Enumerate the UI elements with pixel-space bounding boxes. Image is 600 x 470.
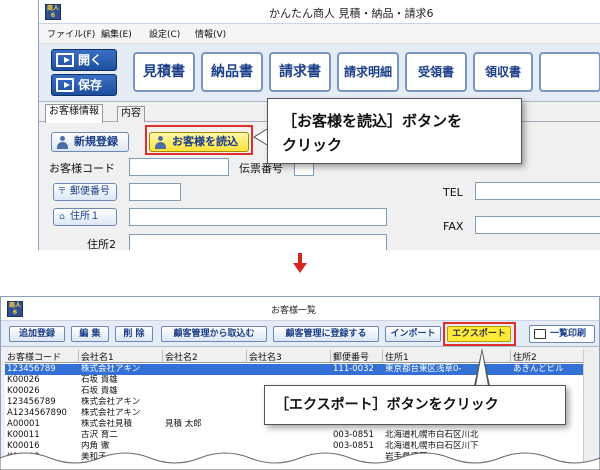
table-cell: 株式会社見積: [81, 419, 133, 429]
column-header[interactable]: 会社名3: [247, 350, 331, 363]
table-cell: あきんどビル: [513, 364, 564, 374]
menu-bar: ファイル(F) 編集(E) 設定(C) 情報(V): [39, 24, 600, 44]
receipt-button[interactable]: 領収書: [473, 52, 533, 92]
save-label: 保存: [78, 78, 103, 92]
postal-code-button[interactable]: 〒 郵便番号: [53, 183, 117, 201]
menu-info[interactable]: 情報(V): [195, 27, 226, 40]
callout-export-instruction: ［エクスポート］ボタンをクリック: [264, 385, 566, 425]
address1-button[interactable]: ⌂ 住所１: [53, 208, 117, 226]
callout-line: クリック: [282, 136, 343, 154]
person-icon: [57, 136, 68, 149]
printer-icon: [534, 329, 546, 339]
tel-label: TEL: [443, 186, 463, 199]
postal-code-label: 郵便番号: [70, 186, 110, 197]
table-cell: A1234567890: [7, 408, 67, 418]
receipt-acknowledgment-button[interactable]: 受領書: [405, 52, 467, 92]
table-cell: 石坂 貴雄: [81, 375, 118, 385]
load-button-highlight: [145, 125, 253, 155]
window-title: お客様一覧: [271, 306, 317, 316]
table-row[interactable]: 123456789 株式会社アキン 111-0032 東京都台東区浅草0- あきんどビル: [5, 364, 589, 375]
table-cell: 株式会社アキン: [81, 408, 141, 418]
table-header: お客様コード 会社名1 会社名2 会社名3 郵便番号 住所1 住所2: [5, 349, 589, 363]
column-header[interactable]: 住所1: [383, 350, 511, 363]
import-button[interactable]: インポート: [385, 326, 441, 342]
add-register-button[interactable]: 追加登録: [9, 326, 65, 342]
open-icon: [56, 53, 74, 67]
address2-field[interactable]: [129, 234, 387, 250]
estimate-button[interactable]: 見積書: [133, 52, 195, 92]
house-icon: ⌂: [59, 212, 65, 222]
callout-line: ［お客様を読込］ボタンを: [282, 112, 463, 130]
table-cell: 123456789: [7, 397, 56, 407]
print-list-label: 一覧印刷: [550, 329, 587, 339]
down-arrow-icon: [293, 253, 307, 273]
save-icon: [56, 78, 74, 92]
menu-edit[interactable]: 編集(E): [101, 27, 132, 40]
save-button[interactable]: 保存: [51, 74, 117, 96]
address1-field[interactable]: [129, 208, 387, 226]
fax-field[interactable]: [475, 216, 600, 234]
tab-content[interactable]: 内容: [117, 106, 145, 122]
address2-label: 住所2: [87, 238, 116, 250]
callout-tail: [476, 352, 488, 386]
table-cell: 東京都台東区浅草0-: [385, 364, 462, 374]
ribbon: 開く 保存 見積書 納品書 請求書 請求明細 受領書 領収書: [39, 44, 600, 102]
register-to-crm-button[interactable]: 顧客管理に登録する: [273, 326, 379, 342]
window-title: かんたん商人 見積・納品・請求6: [269, 7, 434, 20]
torn-edge: [0, 452, 600, 470]
new-register-label: 新規登録: [74, 135, 118, 148]
column-header[interactable]: 会社名2: [163, 350, 247, 363]
app-icon: 商人6: [45, 4, 61, 20]
invoice-detail-button[interactable]: 請求明細: [337, 52, 399, 92]
menu-settings[interactable]: 設定(C): [149, 27, 180, 40]
table-cell: A00001: [7, 419, 40, 429]
import-from-crm-button[interactable]: 顧客管理から取込む: [161, 326, 267, 342]
table-cell: 111-0032: [333, 364, 374, 374]
column-header[interactable]: 郵便番号: [331, 350, 383, 363]
print-list-button[interactable]: 一覧印刷: [529, 325, 595, 343]
table-cell: 株式会社アキン: [81, 397, 141, 407]
table-cell: K00026: [7, 375, 40, 385]
column-header[interactable]: お客様コード: [5, 350, 79, 363]
table-cell: 見積 太郎: [165, 419, 202, 429]
invoice-button[interactable]: 請求書: [269, 52, 331, 92]
title-bar: 商人6 かんたん商人 見積・納品・請求6: [39, 0, 600, 24]
tel-field[interactable]: [475, 182, 600, 200]
new-register-button[interactable]: 新規登録: [51, 132, 129, 152]
open-button[interactable]: 開く: [51, 49, 117, 71]
fax-label: FAX: [443, 220, 464, 233]
delivery-button[interactable]: 納品書: [201, 52, 263, 92]
more-doc-button[interactable]: [539, 52, 600, 92]
customer-code-label: お客様コード: [49, 162, 115, 175]
customer-code-field[interactable]: [129, 158, 229, 176]
tab-customer-info[interactable]: お客様情報: [45, 104, 103, 123]
address1-label: 住所１: [70, 211, 100, 222]
callout-load-instruction: ［お客様を読込］ボタンを クリック: [267, 98, 522, 164]
table-cell: K00026: [7, 386, 40, 396]
menu-file[interactable]: ファイル(F): [47, 27, 95, 40]
export-button-highlight: [443, 322, 516, 346]
postal-icon: 〒: [57, 187, 67, 197]
column-header[interactable]: 住所2: [511, 350, 587, 363]
open-label: 開く: [78, 53, 103, 67]
table-cell: 株式会社アキン: [81, 364, 141, 374]
column-header[interactable]: 会社名1: [79, 350, 163, 363]
app-icon: 商人6: [7, 301, 23, 317]
table-cell: 123456789: [7, 364, 56, 374]
delete-button[interactable]: 削 除: [115, 326, 153, 342]
table-cell: 石坂 貴雄: [81, 386, 118, 396]
postal-code-field[interactable]: [129, 183, 181, 201]
edit-button[interactable]: 編 集: [71, 326, 109, 342]
title-bar: 商人6 お客様一覧: [1, 297, 599, 321]
